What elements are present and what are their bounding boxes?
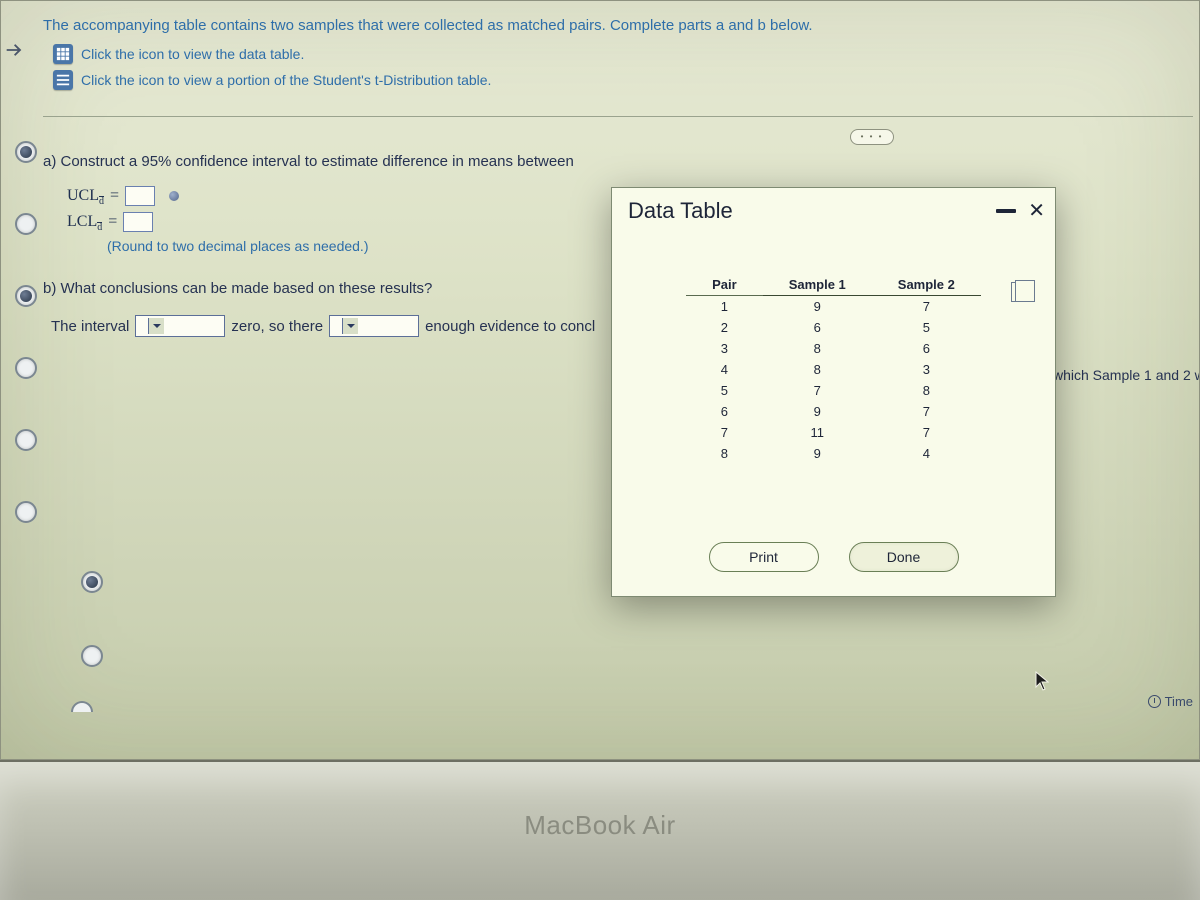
sentence-mid-1: zero, so there — [231, 318, 323, 335]
expand-pill[interactable]: • • • — [850, 129, 894, 145]
table-cell: 4 — [872, 443, 981, 464]
question-step-radio-2[interactable] — [15, 213, 37, 235]
ucl-input[interactable] — [125, 186, 155, 206]
view-data-table-link[interactable]: Click the icon to view the data table. — [81, 46, 304, 62]
question-step-radio-4[interactable] — [15, 357, 37, 379]
table-cell: 6 — [872, 338, 981, 359]
chevron-down-icon — [148, 318, 164, 334]
close-icon[interactable]: ✕ — [1028, 204, 1045, 218]
chevron-down-icon — [342, 318, 358, 334]
divider — [43, 116, 1193, 117]
time-indicator: Time — [1148, 694, 1193, 709]
lcl-input[interactable] — [123, 212, 153, 232]
part-a-prompt: a) Construct a 95% confidence interval t… — [43, 153, 1193, 170]
grid-icon[interactable] — [53, 44, 73, 64]
minimize-icon[interactable] — [996, 209, 1016, 213]
table-cell: 7 — [872, 401, 981, 422]
table-cell: 5 — [872, 317, 981, 338]
active-field-indicator — [169, 191, 179, 201]
print-button[interactable]: Print — [709, 542, 819, 572]
col-pair: Pair — [686, 274, 763, 296]
table-cell: 7 — [763, 380, 872, 401]
table-cell: 9 — [763, 401, 872, 422]
table-row: 265 — [686, 317, 981, 338]
table-row: 578 — [686, 380, 981, 401]
device-label: MacBook Air — [0, 810, 1200, 841]
table-cell: 9 — [763, 443, 872, 464]
copy-icon[interactable] — [1011, 282, 1029, 302]
table-cell: 7 — [872, 296, 981, 318]
equals-sign-2: = — [108, 213, 117, 231]
table-cell: 7 — [686, 422, 763, 443]
question-intro: The accompanying table contains two samp… — [37, 5, 1199, 38]
col-sample2: Sample 2 — [872, 274, 981, 296]
table-row: 386 — [686, 338, 981, 359]
table-cell: 6 — [686, 401, 763, 422]
question-step-radio-1[interactable] — [15, 141, 37, 163]
table-row: 197 — [686, 296, 981, 318]
question-step-radio-3[interactable] — [15, 285, 37, 307]
table-cell: 1 — [686, 296, 763, 318]
table-cell: 8 — [872, 380, 981, 401]
table-cell: 8 — [763, 359, 872, 380]
clock-icon — [1148, 695, 1161, 708]
table-cell: 4 — [686, 359, 763, 380]
list-icon[interactable] — [53, 70, 73, 90]
done-button[interactable]: Done — [849, 542, 959, 572]
lcl-label: LCLd — [67, 213, 102, 231]
interval-relation-dropdown[interactable] — [135, 315, 225, 337]
table-header-row: Pair Sample 1 Sample 2 — [686, 274, 981, 296]
question-step-radio-6[interactable] — [15, 501, 37, 523]
table-row: 894 — [686, 443, 981, 464]
question-step-radio-5[interactable] — [15, 429, 37, 451]
table-cell: 6 — [763, 317, 872, 338]
table-cell: 2 — [686, 317, 763, 338]
table-row: 697 — [686, 401, 981, 422]
table-cell: 3 — [686, 338, 763, 359]
modal-title: Data Table — [628, 198, 733, 224]
view-t-dist-link[interactable]: Click the icon to view a portion of the … — [81, 72, 491, 88]
table-cell: 3 — [872, 359, 981, 380]
cursor-icon — [1035, 671, 1049, 691]
table-cell: 11 — [763, 422, 872, 443]
table-cell: 7 — [872, 422, 981, 443]
ucl-label: UCLd — [67, 187, 104, 205]
sentence-start: The interval — [51, 318, 129, 335]
data-table-modal: Data Table ✕ Pair Sample 1 Sample 2 1972… — [611, 187, 1056, 597]
col-sample1: Sample 1 — [763, 274, 872, 296]
table-cell: 9 — [763, 296, 872, 318]
data-table: Pair Sample 1 Sample 2 19726538648357869… — [686, 274, 981, 464]
equals-sign: = — [110, 187, 119, 205]
table-row: 483 — [686, 359, 981, 380]
forward-arrow-icon[interactable] — [3, 39, 25, 61]
table-cell: 5 — [686, 380, 763, 401]
table-row: 7117 — [686, 422, 981, 443]
table-cell: 8 — [686, 443, 763, 464]
evidence-dropdown[interactable] — [329, 315, 419, 337]
sentence-mid-2: enough evidence to concl — [425, 318, 595, 335]
table-cell: 8 — [763, 338, 872, 359]
